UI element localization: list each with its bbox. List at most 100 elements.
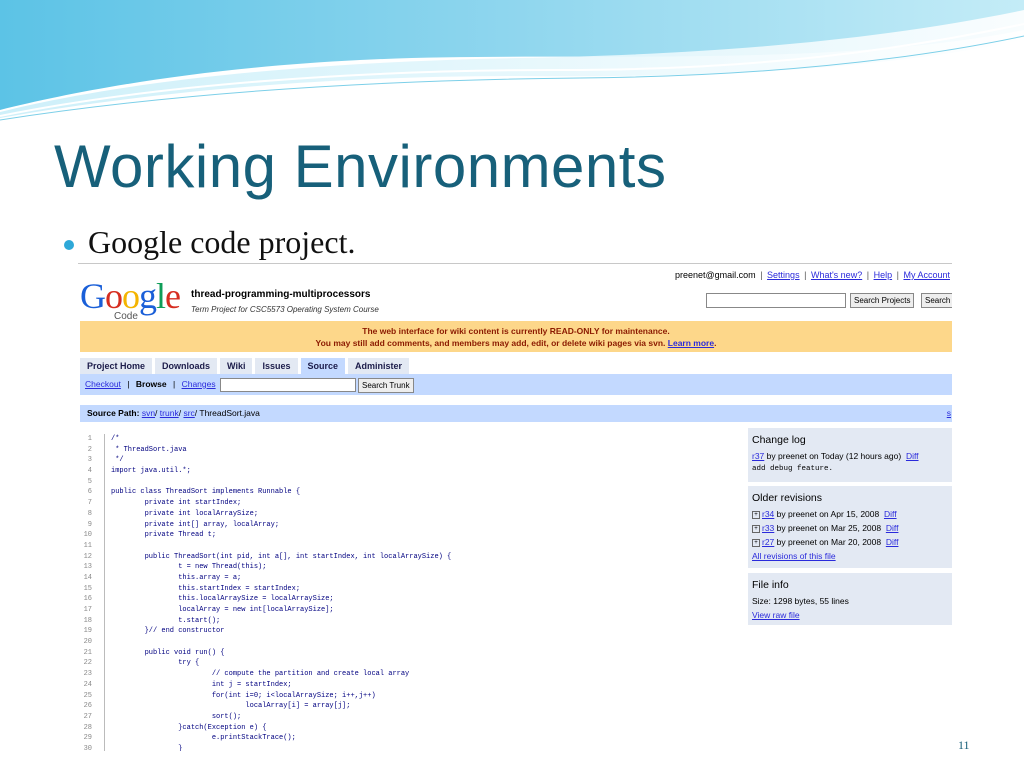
code-line: 2 * ThreadSort.java: [78, 445, 740, 456]
settings-link[interactable]: Settings: [767, 270, 800, 280]
tab-downloads[interactable]: Downloads: [155, 358, 218, 374]
change-log-panel: Change log r37 by preenet on Today (12 h…: [748, 428, 952, 482]
code-line: 1 /*: [78, 434, 740, 445]
search-web-button[interactable]: Search: [921, 293, 952, 308]
revision-row: + r33 by preenet on Mar 25, 2008 Diff: [748, 521, 952, 535]
path-trunk-link[interactable]: trunk: [160, 408, 179, 418]
logo-word: Google: [80, 276, 181, 316]
path-src-link[interactable]: src: [183, 408, 194, 418]
logo-letter: G: [80, 276, 106, 316]
path-file: ThreadSort.java: [199, 408, 260, 418]
line-number: 30: [83, 744, 92, 751]
code-text: t.start();: [111, 616, 221, 625]
file-info-title: File info: [752, 579, 789, 591]
revision-link[interactable]: r33: [762, 523, 774, 533]
code-line: 26 localArray[i] = array[j];: [78, 701, 740, 712]
bullet-item: Google code project.: [64, 224, 355, 261]
revision-link[interactable]: r34: [762, 509, 774, 519]
revision-link[interactable]: r27: [762, 537, 774, 547]
code-line: 23 // compute the partition and create l…: [78, 669, 740, 680]
notice-line-2: You may still add comments, and members …: [315, 338, 717, 348]
tab-administer[interactable]: Administer: [348, 358, 410, 374]
project-search-input[interactable]: [706, 293, 846, 308]
code-text: localArray = new int[localArraySize];: [111, 606, 334, 614]
code-line: 21 public void run() {: [78, 648, 740, 659]
learn-more-link[interactable]: Learn more: [668, 338, 714, 348]
changes-link[interactable]: Changes: [182, 379, 216, 389]
tab-wiki[interactable]: Wiki: [220, 358, 253, 374]
logo-letters: Google: [80, 276, 181, 316]
code-text: }catch(Exception e) {: [111, 723, 267, 732]
revision-row: + r34 by preenet on Apr 15, 2008 Diff: [748, 507, 952, 521]
expand-icon[interactable]: +: [752, 510, 760, 519]
line-number: 21: [83, 648, 92, 657]
source-path-label: Source Path:: [87, 408, 140, 418]
project-name[interactable]: thread-programming-multiprocessors: [191, 289, 370, 300]
tab-source[interactable]: Source: [300, 358, 346, 374]
logo-letter: l: [156, 276, 166, 316]
view-raw-file-link[interactable]: View raw file: [752, 610, 800, 620]
line-number: 26: [83, 702, 92, 711]
path-right-link[interactable]: s: [947, 405, 951, 422]
older-revisions-panel: Older revisions + r34 by preenet on Apr 1…: [748, 486, 952, 568]
line-number: 25: [83, 691, 92, 700]
maintenance-notice: The web interface for wiki content is cu…: [80, 321, 952, 352]
revision-diff-link[interactable]: Diff: [884, 509, 897, 519]
line-number: 14: [83, 573, 92, 582]
line-number: 29: [83, 734, 92, 743]
revision-diff-link[interactable]: Diff: [886, 523, 899, 533]
my-account-link[interactable]: My Account: [903, 270, 950, 280]
logo-letter: o: [122, 276, 140, 316]
browse-current[interactable]: Browse: [136, 379, 167, 389]
source-path-bar: Source Path: svn/ trunk/ src/ ThreadSort…: [80, 405, 952, 422]
code-line: 30 }: [78, 744, 740, 751]
code-line: 11: [78, 541, 740, 552]
line-number: 5: [87, 477, 92, 486]
code-line: 25 for(int i=0; i<localArraySize; i++,j+…: [78, 691, 740, 702]
code-line: 24 int j = startIndex;: [78, 680, 740, 691]
code-line: 17 localArray = new int[localArraySize];: [78, 605, 740, 616]
wave-header-decoration: [0, 0, 1024, 121]
change-log-rev-link[interactable]: r37: [752, 451, 764, 461]
code-line: 14 this.array = a;: [78, 573, 740, 584]
tab-issues[interactable]: Issues: [255, 358, 298, 374]
expand-icon[interactable]: +: [752, 524, 760, 533]
code-line: 15 this.startIndex = startIndex;: [78, 584, 740, 595]
tab-project-home[interactable]: Project Home: [80, 358, 153, 374]
line-number: 18: [83, 616, 92, 625]
google-code-screenshot: preenet@gmail.com | Settings | What's ne…: [78, 263, 952, 751]
user-bar: preenet@gmail.com | Settings | What's ne…: [675, 270, 950, 280]
trunk-search-input[interactable]: [220, 378, 356, 392]
code-line: 6 public class ThreadSort implements Runn…: [78, 487, 740, 498]
user-email: preenet@gmail.com: [675, 270, 756, 280]
slide-title: Working Environments: [54, 133, 667, 200]
line-number: 19: [83, 627, 92, 636]
code-line: 9 private int[] array, localArray;: [78, 520, 740, 531]
help-link[interactable]: Help: [874, 270, 893, 280]
file-info-panel: File info Size: 1298 bytes, 55 lines Vie…: [748, 573, 952, 625]
code-line: 8 private int localArraySize;: [78, 509, 740, 520]
search-projects-button[interactable]: Search Projects: [850, 293, 915, 308]
all-revisions-link[interactable]: All revisions of this file: [752, 551, 836, 561]
code-text: this.array = a;: [111, 573, 242, 582]
code-text: /*: [111, 435, 120, 443]
code-text: }// end constructor: [111, 627, 225, 636]
line-number: 27: [83, 712, 92, 721]
path-svn-link[interactable]: svn: [142, 408, 155, 418]
change-log-diff-link[interactable]: Diff: [906, 451, 919, 461]
code-text: // compute the partition and create loca…: [111, 670, 410, 679]
revision-diff-link[interactable]: Diff: [886, 537, 899, 547]
code-line: 16 this.localArraySize = localArraySize;: [78, 594, 740, 605]
code-line: 28 }catch(Exception e) {: [78, 723, 740, 734]
whats-new-link[interactable]: What's new?: [811, 270, 862, 280]
slide-page-number: 11: [958, 738, 970, 752]
line-number: 22: [83, 659, 92, 668]
search-trunk-button[interactable]: Search Trunk: [358, 378, 414, 393]
expand-icon[interactable]: +: [752, 538, 760, 547]
code-line: 22 try {: [78, 658, 740, 669]
checkout-link[interactable]: Checkout: [85, 379, 121, 389]
code-text: this.localArraySize = localArraySize;: [111, 595, 334, 604]
code-text: public class ThreadSort implements Runna…: [111, 488, 301, 497]
line-number: 20: [83, 638, 92, 647]
google-code-logo[interactable]: Google Code: [80, 276, 181, 322]
